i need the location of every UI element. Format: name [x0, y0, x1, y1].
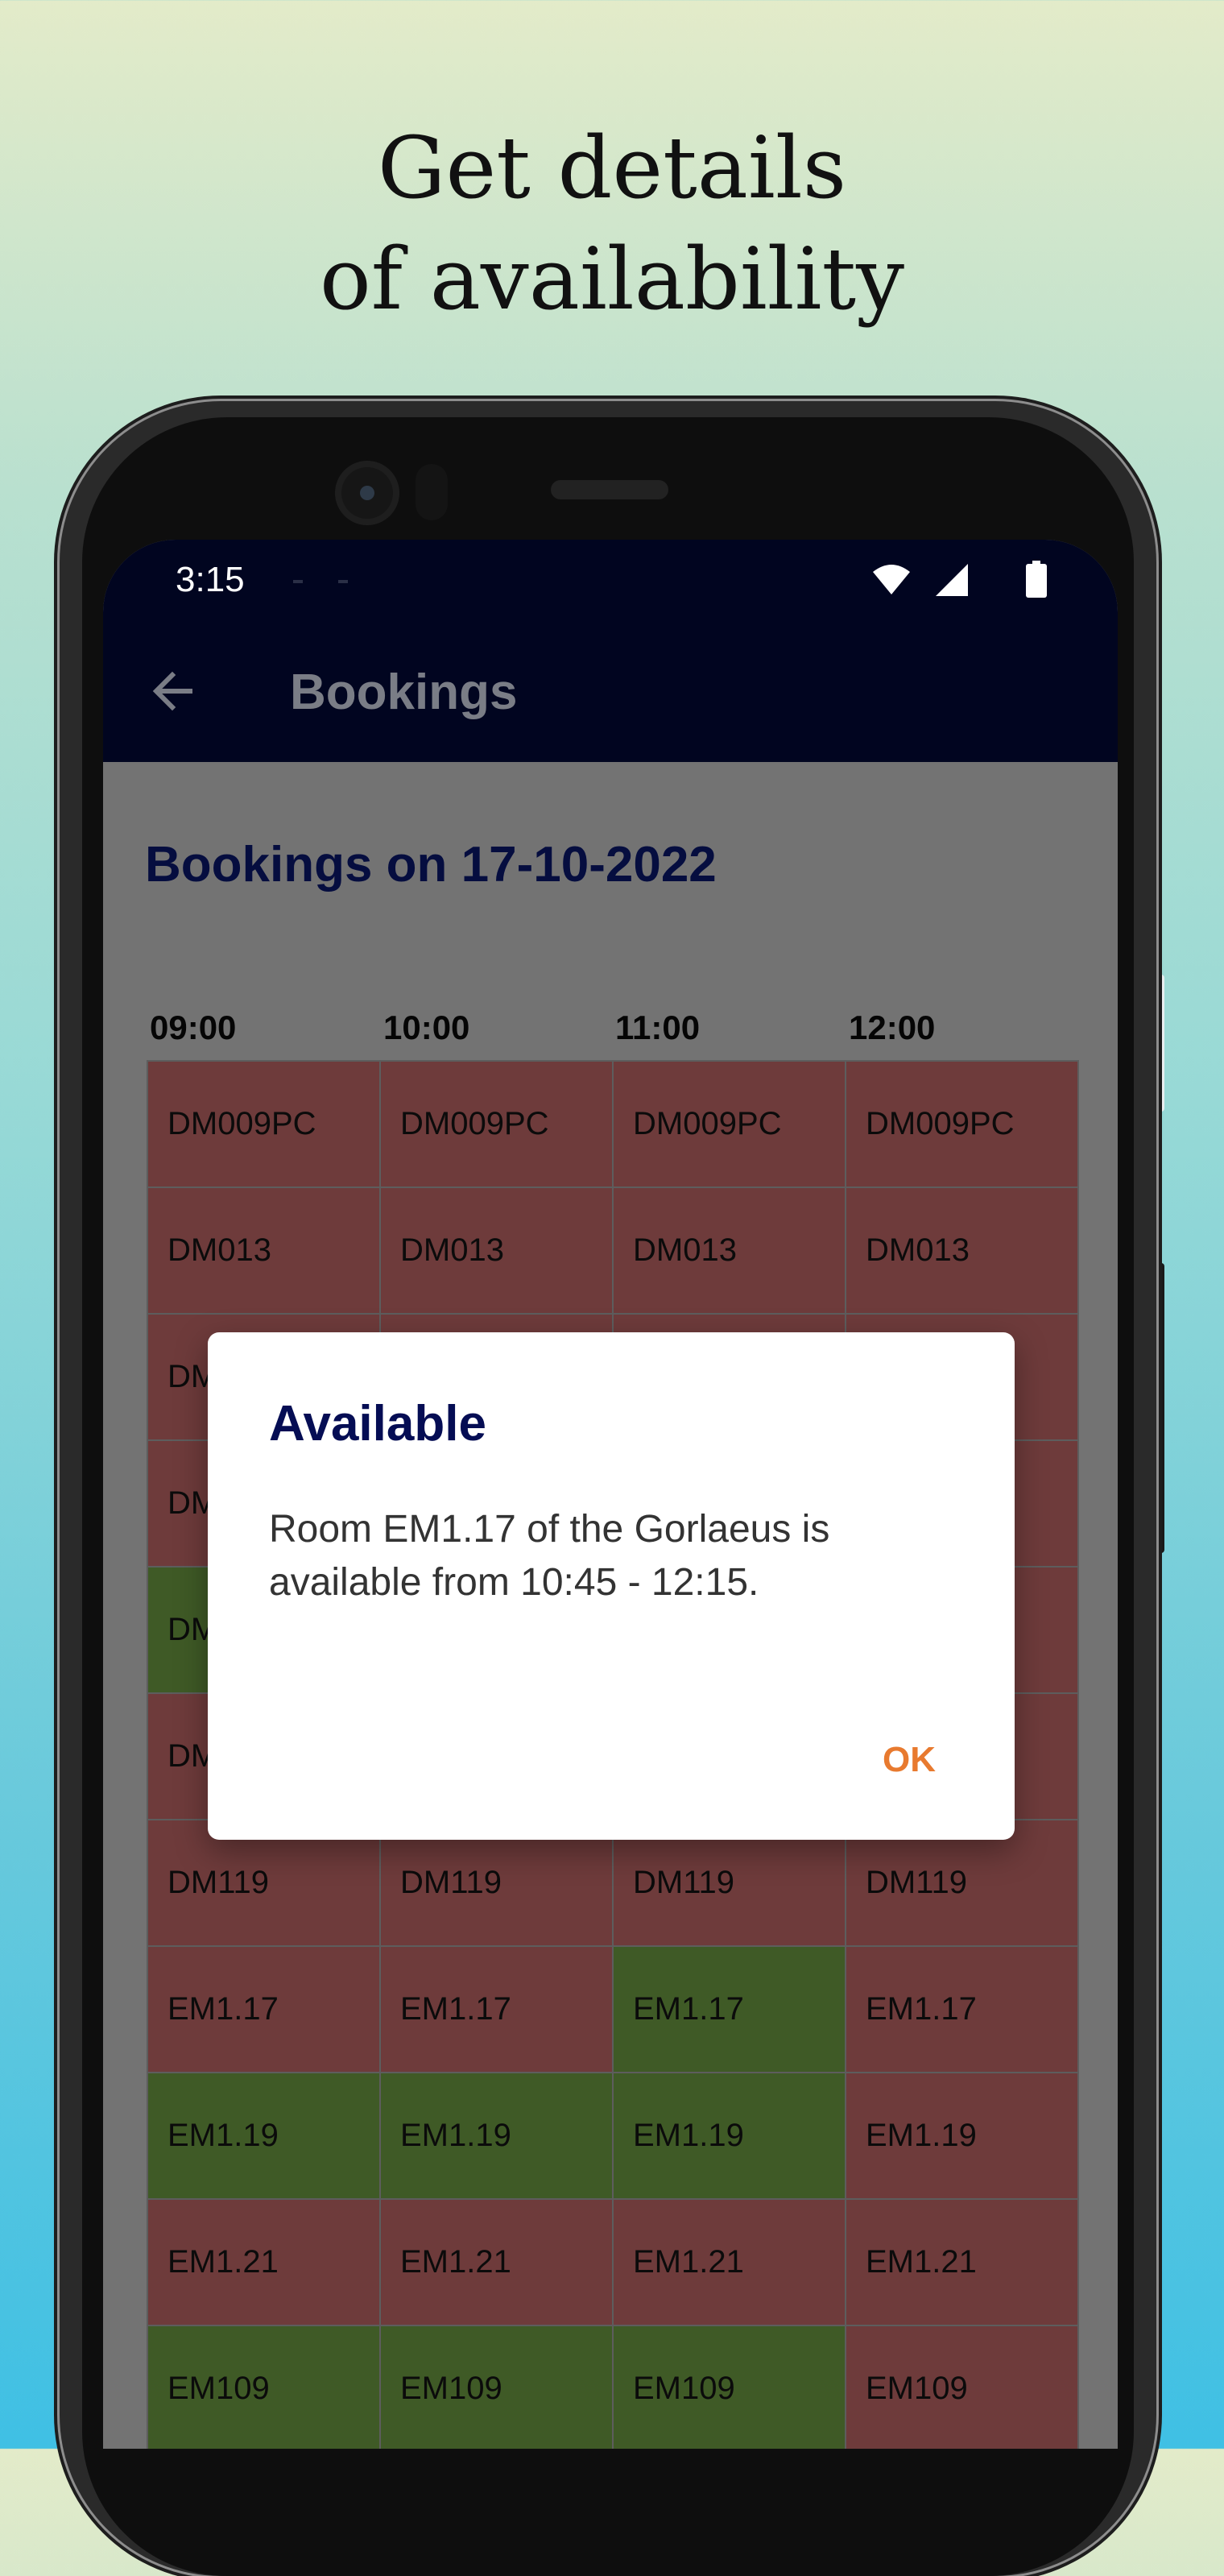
booking-cell[interactable]: DM009PC: [148, 1062, 381, 1188]
booking-cell[interactable]: EM1.21: [846, 2200, 1079, 2326]
booking-cell[interactable]: DM009PC: [381, 1062, 614, 1188]
time-slot-label: 10:00: [383, 1008, 470, 1046]
booking-cell[interactable]: EM109: [614, 2326, 846, 2449]
time-header: 09:00 10:00 11:00 12:00: [150, 1008, 1084, 1048]
booking-cell[interactable]: EM1.21: [381, 2200, 614, 2326]
ok-button[interactable]: OK: [883, 1738, 936, 1782]
headline-line-2: of availability: [319, 230, 905, 329]
booking-cell[interactable]: EM109: [846, 2326, 1079, 2449]
booking-cell[interactable]: EM1.17: [614, 1947, 846, 2073]
booking-cell[interactable]: DM013: [614, 1188, 846, 1315]
booking-cell[interactable]: EM1.19: [846, 2073, 1079, 2200]
time-slot-label: 11:00: [615, 1008, 701, 1046]
app-bar-title: Bookings: [290, 665, 518, 720]
booking-cell[interactable]: EM1.17: [846, 1947, 1079, 2073]
notification-icon: [338, 580, 348, 583]
app-bar: Bookings: [103, 617, 1118, 762]
booking-cell[interactable]: EM1.21: [614, 2200, 846, 2326]
camera-icon: [335, 461, 399, 525]
sensor: [416, 464, 448, 520]
booking-cell[interactable]: DM013: [846, 1188, 1079, 1315]
booking-cell[interactable]: EM1.19: [381, 2073, 614, 2200]
status-bar: 3:15: [103, 540, 1118, 617]
booking-cell[interactable]: EM1.17: [381, 1947, 614, 2073]
booking-cell[interactable]: DM013: [148, 1188, 381, 1315]
booking-cell[interactable]: EM1.19: [148, 2073, 381, 2200]
booking-cell[interactable]: EM1.21: [148, 2200, 381, 2326]
signal-icon: [936, 564, 968, 596]
earpiece-speaker: [551, 480, 668, 499]
notification-icon: [293, 580, 303, 583]
headline: Get details of availability: [0, 113, 1224, 335]
booking-cell[interactable]: DM009PC: [614, 1062, 846, 1188]
booking-cell[interactable]: EM109: [148, 2326, 381, 2449]
page-title: Bookings on 17-10-2022: [145, 837, 717, 892]
status-time: 3:15: [176, 560, 245, 599]
time-slot-label: 09:00: [150, 1008, 237, 1046]
dialog-title: Available: [269, 1396, 486, 1452]
wifi-icon: [873, 565, 910, 594]
battery-icon: [1026, 561, 1047, 598]
time-slot-label: 12:00: [849, 1008, 936, 1046]
availability-dialog: Available Room EM1.17 of the Gorlaeus is…: [208, 1332, 1015, 1840]
booking-cell[interactable]: EM109: [381, 2326, 614, 2449]
booking-cell[interactable]: DM009PC: [846, 1062, 1079, 1188]
dialog-message: Room EM1.17 of the Gorlaeus is available…: [269, 1508, 830, 1604]
booking-cell[interactable]: EM1.19: [614, 2073, 846, 2200]
booking-cell[interactable]: EM1.17: [148, 1947, 381, 2073]
booking-cell[interactable]: DM013: [381, 1188, 614, 1315]
headline-line-1: Get details: [377, 118, 847, 217]
back-arrow-icon[interactable]: [148, 667, 196, 715]
